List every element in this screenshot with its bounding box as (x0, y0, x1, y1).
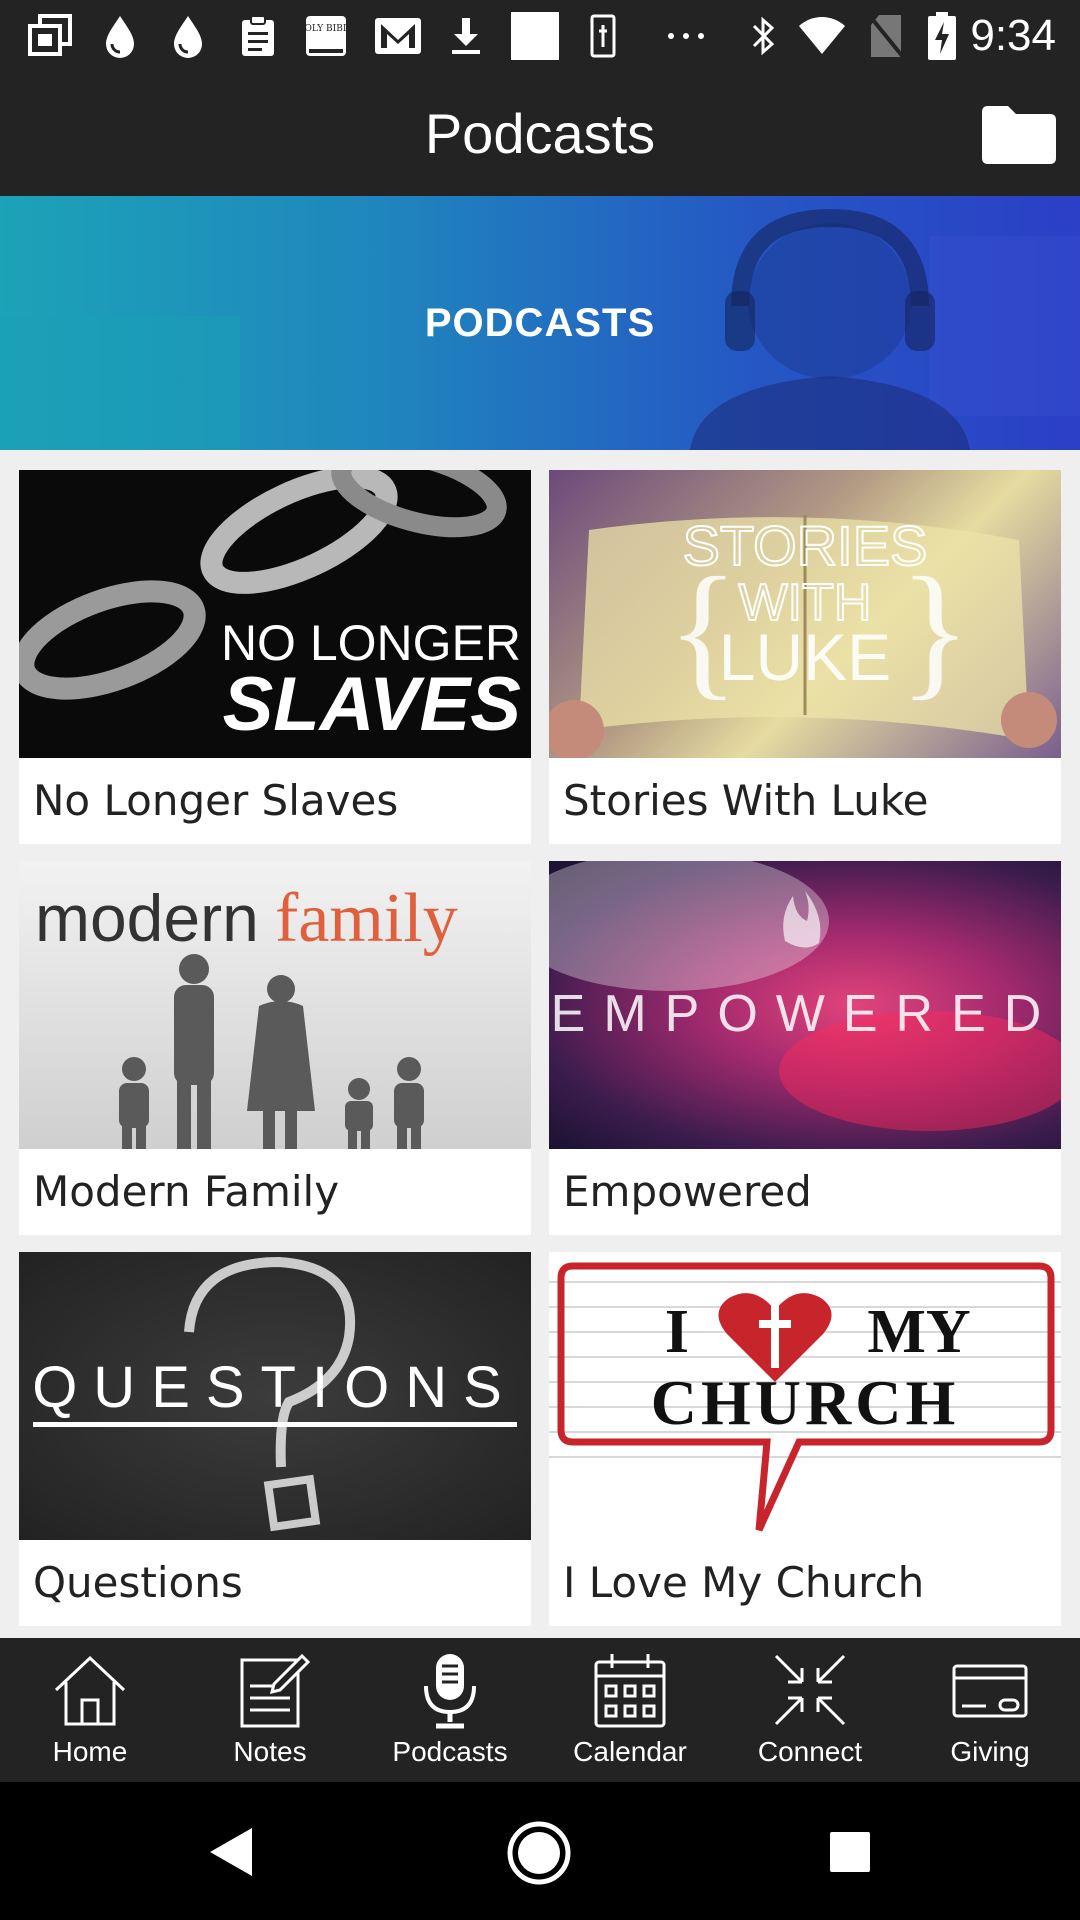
nav-label: Home (52, 1736, 128, 1767)
nav-notes[interactable]: Notes (180, 1638, 360, 1782)
podcast-card-modern-family[interactable]: modern family Modern Family (19, 861, 531, 1235)
podcast-title: Stories With Luke (563, 776, 929, 825)
nav-giving[interactable]: Giving (900, 1638, 1080, 1782)
drop-icon (98, 14, 142, 58)
gallery-icon (24, 14, 76, 58)
nav-label: Calendar (573, 1736, 687, 1767)
podcast-title: I Love My Church (563, 1558, 925, 1607)
banner-title: PODCASTS (424, 301, 656, 345)
podcast-card-empowered[interactable]: EMPOWERED Empowered (549, 861, 1061, 1235)
podcast-artwork: QUESTIONS (19, 1252, 531, 1540)
podcast-title: Empowered (563, 1167, 812, 1216)
podcast-artwork: NO LONGER SLAVES (19, 470, 531, 758)
nav-label: Notes (233, 1736, 307, 1767)
status-bar: HOLY BIBLE 9:34 (0, 0, 1080, 72)
podcast-artwork: modern family (19, 861, 531, 1149)
system-navigation-bar (0, 1782, 1080, 1920)
svg-text:I: I (665, 1298, 689, 1366)
podcast-artwork: I MY CHURCH (549, 1252, 1061, 1540)
svg-text:}: } (899, 547, 971, 713)
phone-icon (588, 14, 618, 58)
podcast-card-questions[interactable]: QUESTIONS Questions (19, 1252, 531, 1626)
wifi-icon (796, 14, 848, 58)
bluetooth-icon (746, 14, 780, 58)
notes-icon (240, 1653, 310, 1728)
status-time: 9:34 (970, 11, 1056, 60)
podcast-card-i-love-my-church[interactable]: I MY CHURCH I Love My Church (549, 1252, 1061, 1626)
svg-text:EMPOWERED: EMPOWERED (551, 985, 1060, 1043)
podcast-title: Modern Family (33, 1167, 340, 1216)
podcasts-banner: PODCASTS (0, 196, 1080, 450)
more-icon (664, 14, 708, 58)
svg-text:modern: modern (35, 881, 259, 955)
square-icon (510, 12, 560, 60)
svg-text:family: family (275, 880, 458, 957)
folder-icon (982, 106, 1056, 164)
nav-connect[interactable]: Connect (720, 1638, 900, 1782)
clipboard-icon (236, 14, 280, 58)
holy-bible-icon: HOLY BIBLE (302, 14, 350, 58)
app-bar: Podcasts (0, 72, 1080, 196)
podcast-artwork: EMPOWERED (549, 861, 1061, 1149)
podcast-card-stories-with-luke[interactable]: STORIES WITH LUKE { } Stories With Luke (549, 470, 1061, 844)
page-title: Podcasts (424, 102, 656, 165)
svg-text:LUKE: LUKE (719, 620, 891, 694)
svg-text:{: { (667, 547, 739, 713)
podcast-artwork: STORIES WITH LUKE { } (549, 470, 1061, 758)
nav-label: Giving (950, 1736, 1030, 1767)
nav-label: Podcasts (392, 1736, 508, 1767)
connect-icon (774, 1654, 846, 1726)
home-icon (54, 1655, 126, 1726)
nav-home[interactable]: Home (0, 1638, 180, 1782)
no-sim-icon (866, 13, 906, 59)
podcast-title: Questions (33, 1558, 243, 1607)
gmail-icon (372, 14, 424, 58)
podcast-card-no-longer-slaves[interactable]: NO LONGER SLAVES No Longer Slaves (19, 470, 531, 844)
nav-podcasts[interactable]: Podcasts (360, 1638, 540, 1782)
svg-text:HOLY BIBLE: HOLY BIBLE (303, 24, 349, 34)
podcast-title: No Longer Slaves (33, 776, 399, 825)
folder-button[interactable] (978, 102, 1058, 168)
microphone-icon (424, 1654, 476, 1729)
svg-text:SLAVES: SLAVES (223, 662, 521, 747)
home-circle-icon[interactable] (506, 1820, 572, 1886)
svg-text:QUESTIONS: QUESTIONS (32, 1355, 518, 1420)
download-icon (446, 14, 486, 58)
svg-text:MY: MY (867, 1298, 970, 1366)
back-icon[interactable] (206, 1826, 256, 1878)
battery-charging-icon (926, 12, 958, 60)
credit-card-icon (952, 1664, 1028, 1718)
svg-text:CHURCH: CHURCH (651, 1367, 959, 1438)
calendar-icon (594, 1654, 666, 1728)
nav-calendar[interactable]: Calendar (540, 1638, 720, 1782)
recents-icon[interactable] (828, 1830, 872, 1874)
bottom-navigation: Home Notes Podcasts Calendar Connect Giv… (0, 1638, 1080, 1782)
drop-icon (166, 14, 210, 58)
nav-label: Connect (757, 1736, 863, 1767)
